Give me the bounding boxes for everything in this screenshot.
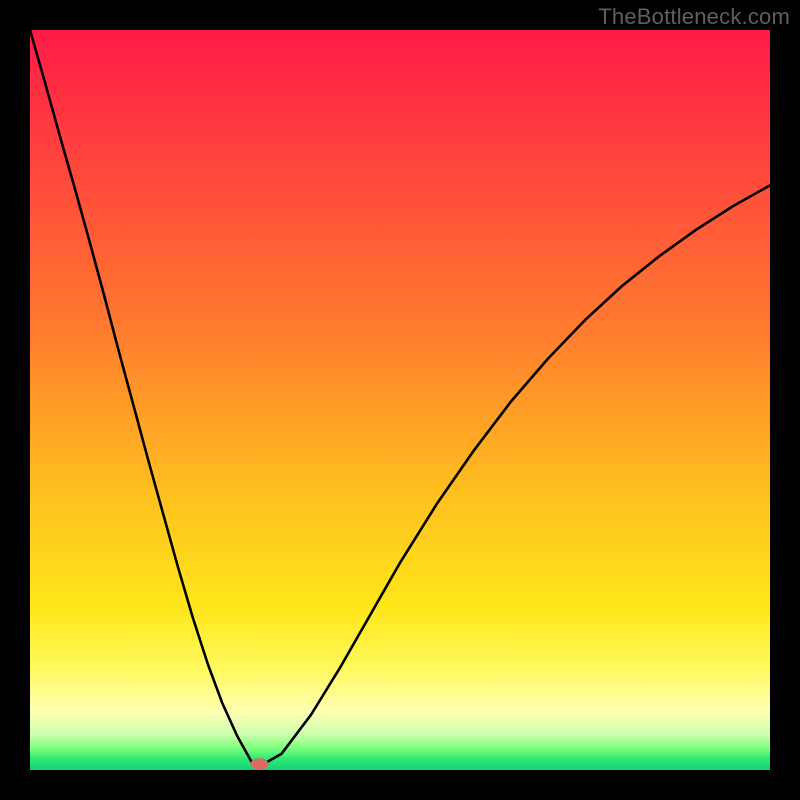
watermark-text: TheBottleneck.com (598, 4, 790, 30)
minimum-marker (251, 758, 269, 770)
bottleneck-curve (30, 30, 770, 770)
outer-frame: TheBottleneck.com (0, 0, 800, 800)
plot-area (30, 30, 770, 770)
curve-line (30, 30, 770, 766)
